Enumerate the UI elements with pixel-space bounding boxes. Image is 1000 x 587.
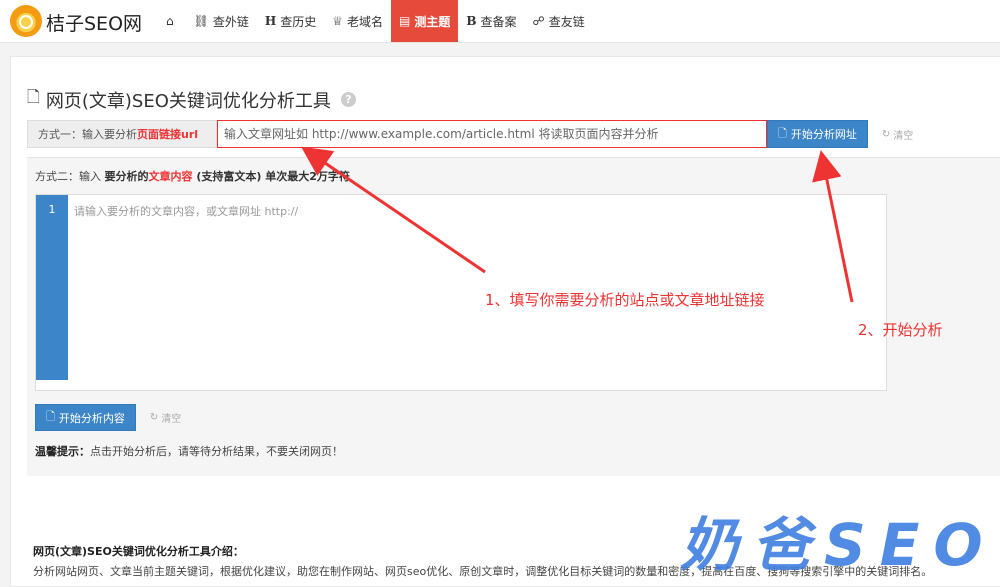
watermark-logo: 奶爸SEO: [680, 511, 997, 579]
annotation-step2: 2、开始分析: [858, 321, 943, 339]
annotation-step1: 1、填写你需要分析的站点或文章地址链接: [485, 291, 765, 309]
arrow-to-url-input: [301, 146, 486, 274]
intro-title: 网页(文章)SEO关键词优化分析工具介绍：: [33, 545, 244, 558]
arrow-to-analyze-button: [812, 150, 854, 303]
